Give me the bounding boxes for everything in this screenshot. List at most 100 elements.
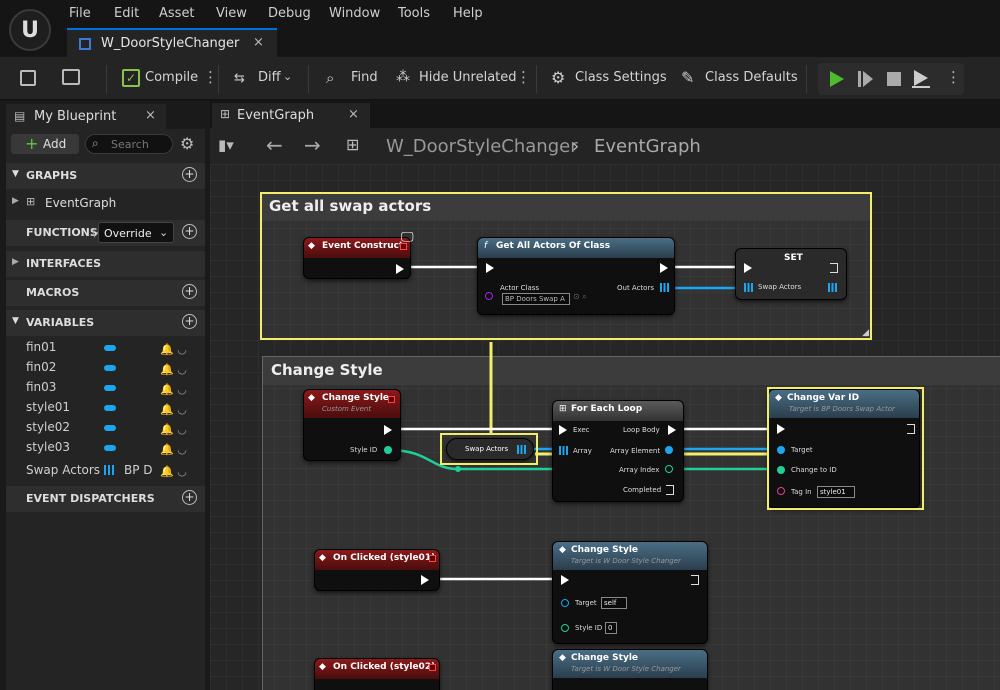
node-on-clicked-style01[interactable]: ◆ On Clicked (style01): [314, 549, 440, 591]
target-input[interactable]: self: [601, 597, 627, 609]
node-change-style-call-2[interactable]: ◆ Change Style Target is W Door Style Ch…: [552, 649, 708, 690]
menu-tools[interactable]: Tools: [398, 6, 430, 21]
array-index-pin[interactable]: [665, 465, 673, 473]
unreal-logo-icon[interactable]: U: [9, 9, 51, 51]
graphs-section[interactable]: ▼ GRAPHS +: [6, 163, 205, 189]
bookmark-icon[interactable]: ▮▾: [218, 136, 234, 154]
array-out-pin[interactable]: [660, 283, 669, 292]
stop-icon[interactable]: [887, 72, 901, 86]
back-arrow-icon[interactable]: ←: [266, 133, 283, 157]
class-pin[interactable]: [485, 292, 493, 300]
array-element-pin[interactable]: [665, 446, 673, 454]
variables-section[interactable]: ▼ VARIABLES +: [6, 310, 205, 336]
chevron-down-icon[interactable]: ⌄: [283, 70, 292, 83]
compile-icon[interactable]: ✓: [122, 69, 140, 87]
variable-style02[interactable]: style02: [26, 420, 70, 434]
macros-section[interactable]: MACROS +: [6, 280, 205, 306]
breadcrumb-blueprint[interactable]: W_DoorStyleChanger: [386, 136, 578, 157]
more-options-icon[interactable]: ⋮: [516, 68, 531, 86]
menu-edit[interactable]: Edit: [114, 6, 139, 21]
gear-icon: ⚙: [551, 68, 566, 87]
function-icon: ◆: [559, 545, 566, 555]
add-button[interactable]: + Add: [11, 134, 79, 154]
class-settings-button[interactable]: Class Settings: [575, 70, 667, 85]
style-id-input[interactable]: 0: [605, 622, 617, 634]
add-dispatcher-icon[interactable]: +: [182, 490, 197, 505]
widget-blueprint-icon: [79, 38, 91, 50]
exec-in-pin[interactable]: [559, 425, 567, 435]
save-icon[interactable]: [20, 70, 36, 86]
variable-fin01[interactable]: fin01: [26, 340, 56, 354]
menu-file[interactable]: File: [69, 6, 91, 21]
target-pin[interactable]: [561, 599, 569, 607]
find-button[interactable]: Find: [351, 70, 378, 85]
document-tab-title: W_DoorStyleChanger: [101, 36, 240, 51]
node-change-style-event[interactable]: ◆ Change Style Custom Event Style ID: [303, 389, 401, 461]
exec-in-pin[interactable]: [744, 263, 752, 273]
my-blueprint-close-icon[interactable]: ×: [145, 108, 156, 123]
hide-unrelated-button[interactable]: Hide Unrelated: [419, 70, 517, 85]
add-graph-icon[interactable]: +: [182, 167, 197, 182]
class-picker-icons[interactable]: ⊙ ⌕: [573, 292, 587, 302]
exec-out-pin[interactable]: [660, 263, 668, 273]
menu-debug[interactable]: Debug: [268, 6, 311, 21]
menu-asset[interactable]: Asset: [159, 6, 195, 21]
step-icon[interactable]: [858, 71, 861, 87]
exec-out-pin[interactable]: [691, 575, 699, 585]
exec-out-pin[interactable]: [396, 264, 404, 274]
array-in-pin[interactable]: [744, 283, 753, 292]
menu-help[interactable]: Help: [453, 6, 483, 21]
node-get-all-actors-of-class[interactable]: f Get All Actors Of Class Actor Class BP…: [477, 237, 675, 315]
array-in-pin[interactable]: [559, 446, 568, 455]
settings-gear-icon[interactable]: ⚙: [180, 134, 194, 153]
event-dispatchers-section[interactable]: EVENT DISPATCHERS +: [6, 486, 205, 512]
node-set-swap-actors[interactable]: SET Swap Actors: [735, 248, 847, 300]
browse-icon[interactable]: [62, 69, 80, 85]
exec-out-pin[interactable]: [384, 425, 392, 435]
functions-section[interactable]: FUNCTIONS (4 Override ⌄ +: [6, 220, 205, 246]
node-for-each-loop[interactable]: ⊞ For Each Loop Exec Loop Body Array Arr…: [552, 400, 684, 502]
add-variable-icon[interactable]: +: [182, 314, 197, 329]
variable-style03[interactable]: style03: [26, 440, 70, 454]
interfaces-section[interactable]: ▶ INTERFACES: [6, 251, 205, 277]
compile-button[interactable]: Compile: [145, 70, 198, 85]
array-out-pin[interactable]: [828, 283, 837, 292]
forward-arrow-icon[interactable]: →: [304, 133, 321, 157]
graph-canvas[interactable]: Get all swap actors ◢ Change Style ◆ Eve…: [210, 164, 1000, 690]
exec-out-pin[interactable]: [830, 263, 838, 273]
my-blueprint-tab[interactable]: ▤ My Blueprint ×: [6, 104, 166, 129]
override-dropdown[interactable]: Override ⌄: [98, 222, 174, 243]
loop-body-pin[interactable]: [668, 425, 676, 435]
add-function-icon[interactable]: +: [182, 224, 197, 239]
compile-options-icon[interactable]: ⋮: [203, 68, 218, 86]
class-defaults-button[interactable]: Class Defaults: [705, 70, 798, 85]
variable-fin02[interactable]: fin02: [26, 360, 56, 374]
variable-fin03[interactable]: fin03: [26, 380, 56, 394]
graph-item-eventgraph[interactable]: ▶ ⊞ EventGraph: [6, 190, 205, 216]
actor-class-dropdown[interactable]: BP Doors Swap A: [502, 293, 570, 305]
exec-in-pin[interactable]: [486, 263, 494, 273]
menu-window[interactable]: Window: [329, 6, 380, 21]
node-on-clicked-style02[interactable]: ◆ On Clicked (style02): [314, 658, 440, 690]
add-macro-icon[interactable]: +: [182, 284, 197, 299]
style-id-pin[interactable]: [561, 624, 569, 632]
exec-out-pin[interactable]: [421, 575, 429, 585]
variable-swap-actors[interactable]: Swap Actors BP D: [26, 463, 153, 477]
menu-view[interactable]: View: [216, 6, 247, 21]
eventgraph-tab[interactable]: ⊞ EventGraph ×: [212, 103, 370, 128]
node-event-construct[interactable]: ◆ Event Construct: [303, 237, 411, 279]
search-input[interactable]: ⌕ Search: [85, 134, 173, 154]
variable-style01[interactable]: style01: [26, 400, 70, 414]
document-tab-close-icon[interactable]: ×: [253, 35, 264, 50]
completed-pin[interactable]: [666, 485, 674, 495]
node-change-style-call[interactable]: ◆ Change Style Target is W Door Style Ch…: [552, 541, 708, 644]
style-id-pin[interactable]: [384, 446, 392, 454]
possess-icon[interactable]: [914, 70, 928, 86]
document-tab[interactable]: W_DoorStyleChanger ×: [67, 28, 277, 57]
play-options-icon[interactable]: ⋮: [946, 68, 961, 86]
diff-button[interactable]: Diff: [258, 70, 281, 85]
eventgraph-tab-close-icon[interactable]: ×: [348, 107, 359, 122]
play-icon[interactable]: [830, 71, 844, 87]
exec-in-pin[interactable]: [561, 575, 569, 585]
breadcrumb-graph[interactable]: EventGraph: [594, 136, 701, 157]
